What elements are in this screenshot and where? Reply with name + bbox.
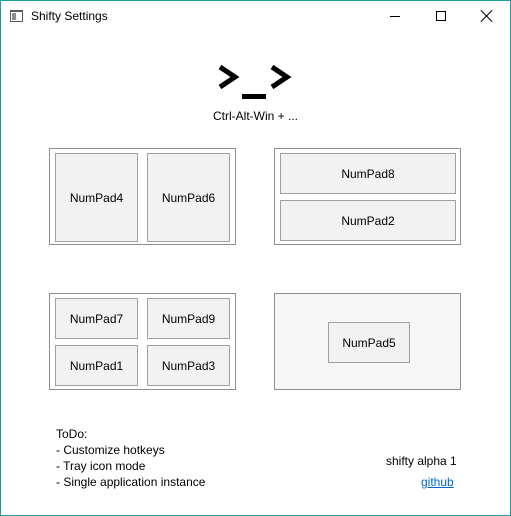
close-icon — [481, 10, 493, 22]
logo-underscore — [242, 94, 266, 99]
logo-chevron-right — [270, 64, 292, 90]
shifty-prompt-logo — [218, 64, 292, 99]
numpad8-button[interactable]: NumPad8 — [280, 153, 456, 194]
numpad4-button[interactable]: NumPad4 — [55, 153, 138, 242]
hotkey-prefix-label: Ctrl-Alt-Win + ... — [212, 109, 298, 123]
todo-list: ToDo: - Customize hotkeys - Tray icon mo… — [56, 426, 205, 490]
layout-left-right-panel: NumPad4 NumPad6 — [49, 148, 236, 245]
close-button[interactable] — [464, 1, 510, 31]
shifty-settings-window: Shifty Settings Ctrl-Alt-Win + ... NumPa… — [0, 0, 511, 516]
numpad1-button[interactable]: NumPad1 — [55, 345, 138, 386]
todo-item: - Tray icon mode — [56, 459, 146, 473]
todo-item: - Customize hotkeys — [56, 443, 165, 457]
todo-item: - Single application instance — [56, 475, 206, 489]
minimize-icon — [390, 15, 400, 17]
numpad3-button[interactable]: NumPad3 — [147, 345, 230, 386]
version-label: shifty alpha 1 — [386, 454, 457, 468]
window-title: Shifty Settings — [31, 9, 108, 23]
minimize-button[interactable] — [372, 1, 418, 31]
maximize-icon — [436, 11, 446, 21]
layout-quadrants-panel: NumPad7 NumPad9 NumPad1 NumPad3 — [49, 293, 236, 390]
layout-center-panel: NumPad5 — [274, 293, 461, 390]
todo-title: ToDo: — [56, 427, 88, 441]
logo-chevron-left — [218, 64, 240, 90]
numpad9-button[interactable]: NumPad9 — [147, 298, 230, 339]
numpad7-button[interactable]: NumPad7 — [55, 298, 138, 339]
numpad5-button[interactable]: NumPad5 — [328, 322, 410, 363]
numpad2-button[interactable]: NumPad2 — [280, 200, 456, 241]
numpad6-button[interactable]: NumPad6 — [147, 153, 230, 242]
layout-top-bottom-panel: NumPad8 NumPad2 — [274, 148, 461, 245]
app-window-icon — [10, 10, 23, 22]
title-bar[interactable]: Shifty Settings — [1, 1, 510, 31]
github-link[interactable]: github — [421, 475, 454, 489]
maximize-button[interactable] — [418, 1, 464, 31]
